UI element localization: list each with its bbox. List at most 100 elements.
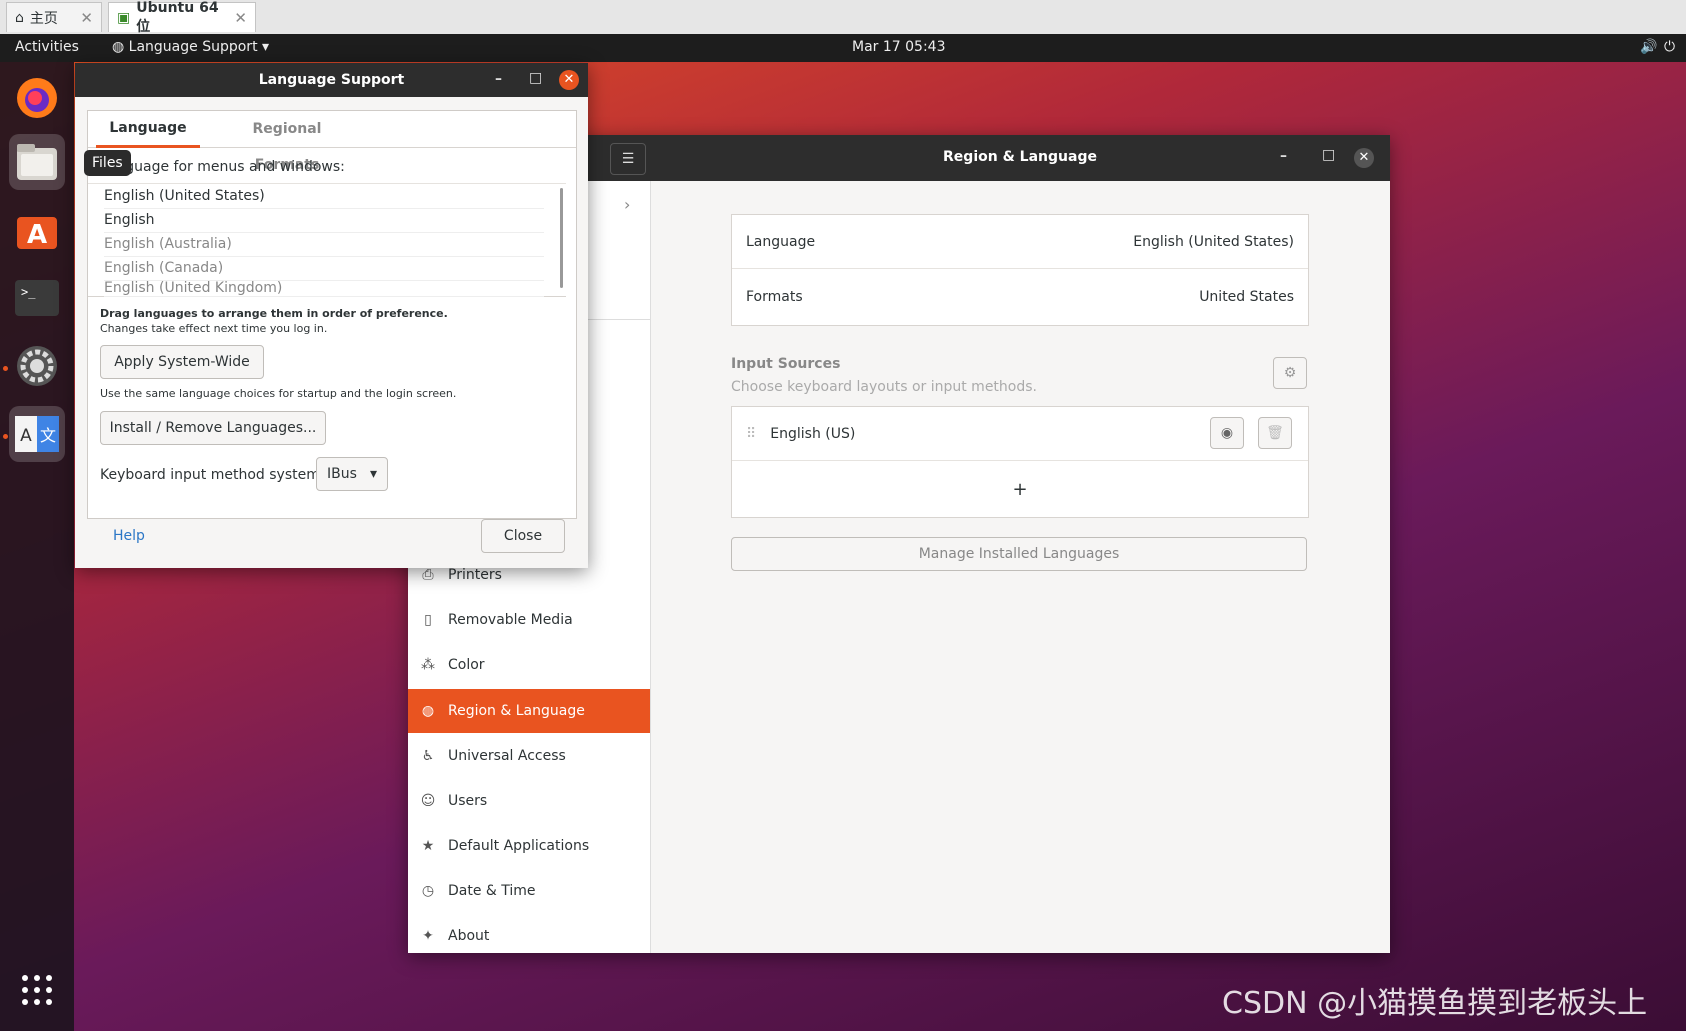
- svg-text:文: 文: [40, 426, 56, 445]
- volume-icon[interactable]: 🔊: [1640, 39, 1657, 55]
- close-button[interactable]: Close: [481, 519, 565, 553]
- add-input-source-button[interactable]: +: [732, 462, 1308, 516]
- dock-tooltip: Files: [84, 150, 131, 176]
- minimize-icon[interactable]: –: [1280, 148, 1287, 164]
- removable-media-icon: ▯: [424, 612, 432, 628]
- manage-installed-languages-button[interactable]: Manage Installed Languages: [731, 537, 1307, 571]
- input-method-select[interactable]: IBus ▾: [316, 457, 388, 491]
- svg-text:A: A: [27, 220, 47, 250]
- apply-system-wide-button[interactable]: Apply System-Wide: [100, 345, 264, 379]
- sidebar-item-removable-media[interactable]: ▯ Removable Media: [408, 598, 650, 642]
- show-applications-icon[interactable]: [9, 962, 65, 1018]
- settings-icon[interactable]: [9, 338, 65, 394]
- close-tab-icon[interactable]: ✕: [234, 9, 247, 27]
- close-tab-icon[interactable]: ✕: [80, 9, 93, 27]
- minimize-icon[interactable]: –: [495, 71, 502, 87]
- close-icon[interactable]: ✕: [1354, 148, 1374, 168]
- menu-icon[interactable]: ☰: [610, 143, 646, 175]
- install-remove-languages-button[interactable]: Install / Remove Languages...: [100, 411, 326, 445]
- sidebar-item-universal-access[interactable]: ♿ Universal Access: [408, 734, 650, 778]
- language-list-item[interactable]: English (Australia): [104, 232, 544, 257]
- sidebar-item-region-language[interactable]: ◍ Region & Language: [408, 689, 650, 733]
- terminal-icon[interactable]: >_: [9, 270, 65, 326]
- sidebar-item-users[interactable]: ☺ Users: [408, 779, 650, 823]
- files-icon[interactable]: [9, 134, 65, 190]
- chevron-down-icon: ▾: [369, 466, 377, 482]
- sidebar-item-date-time[interactable]: ◷ Date & Time: [408, 869, 650, 913]
- language-support-icon[interactable]: A文: [9, 406, 65, 462]
- clock-icon: ◷: [421, 883, 435, 899]
- apply-hint: Use the same language choices for startu…: [100, 387, 457, 400]
- formats-row[interactable]: Formats United States: [732, 270, 1308, 324]
- host-tab-strip: ⌂ 主页 ✕ ▣ Ubuntu 64 位 ✕: [0, 0, 1686, 35]
- chevron-right-icon: ›: [624, 195, 631, 214]
- software-icon[interactable]: A: [9, 202, 65, 258]
- input-sources-title: Input Sources: [731, 356, 841, 372]
- globe-icon: ◍: [421, 703, 435, 719]
- language-list-item[interactable]: English: [104, 208, 544, 233]
- language-row[interactable]: Language English (United States): [732, 215, 1308, 269]
- settings-main: Language English (United States) Formats…: [651, 181, 1390, 953]
- language-list-item[interactable]: English (Canada): [104, 256, 544, 281]
- app-menu[interactable]: ◍ Language Support ▾: [112, 39, 269, 55]
- dock: A >_ A文: [0, 62, 74, 1031]
- language-support-window: Language Support – □ ✕ Language Regional…: [75, 63, 588, 568]
- chevron-down-icon: ▾: [262, 39, 270, 55]
- running-indicator: [3, 434, 8, 439]
- language-list: English (United States) English English …: [88, 183, 566, 297]
- globe-icon: ◍: [112, 39, 125, 55]
- tab-bar: Language Regional Formats: [88, 111, 576, 173]
- input-options-button[interactable]: ⚙: [1273, 357, 1307, 389]
- users-icon: ☺: [420, 793, 436, 809]
- printer-icon: ⎙: [422, 567, 434, 583]
- close-icon[interactable]: ✕: [559, 70, 579, 90]
- host-tab-ubuntu[interactable]: ▣ Ubuntu 64 位 ✕: [108, 0, 256, 35]
- top-bar: Activities ◍ Language Support ▾ Mar 17 0…: [0, 34, 1686, 62]
- input-source-label: English (US): [770, 425, 856, 442]
- preview-layout-button[interactable]: ◉: [1210, 417, 1244, 449]
- language-formats-box: Language English (United States) Formats…: [731, 214, 1309, 326]
- accessibility-icon: ♿: [421, 748, 435, 764]
- home-icon: ⌂: [15, 9, 24, 26]
- sparkle-icon: ✦: [422, 928, 434, 944]
- firefox-icon[interactable]: [9, 70, 65, 126]
- sidebar-item-color[interactable]: ⁂ Color: [408, 643, 650, 687]
- watermark: CSDN @小猫摸鱼摸到老板头上: [1222, 986, 1648, 1021]
- input-sources-subtitle: Choose keyboard layouts or input methods…: [731, 379, 1037, 395]
- drag-hint: Drag languages to arrange them in order …: [100, 307, 448, 320]
- input-sources-box: ⠿ English (US) ◉ 🗑 +: [731, 406, 1309, 518]
- help-link[interactable]: Help: [113, 528, 145, 544]
- vm-icon: ▣: [117, 9, 131, 26]
- remove-input-source-button[interactable]: 🗑: [1258, 417, 1292, 449]
- clock[interactable]: Mar 17 05:43: [852, 39, 945, 55]
- host-tab-label: 主页: [29, 10, 58, 27]
- language-list-item[interactable]: English (United Kingdom): [104, 280, 544, 297]
- svg-text:>_: >_: [21, 285, 36, 299]
- sidebar-item-about[interactable]: ✦ About: [408, 914, 650, 958]
- tab-language[interactable]: Language: [96, 111, 200, 148]
- language-notebook: Language Regional Formats Language for m…: [87, 110, 577, 519]
- activities-button[interactable]: Activities: [15, 39, 79, 55]
- host-tab-home[interactable]: ⌂ 主页 ✕: [6, 2, 102, 32]
- star-icon: ★: [421, 838, 435, 854]
- input-method-label: Keyboard input method system:: [100, 467, 325, 483]
- maximize-icon[interactable]: □: [529, 70, 542, 86]
- running-indicator: [3, 366, 8, 371]
- language-support-titlebar: Language Support – □ ✕: [75, 63, 588, 97]
- eye-icon: ◉: [1220, 425, 1234, 441]
- settings-title: Region & Language: [943, 149, 1097, 165]
- language-support-title: Language Support: [258, 72, 405, 88]
- host-tab-label: Ubuntu 64 位: [136, 0, 219, 35]
- sidebar-item-default-applications[interactable]: ★ Default Applications: [408, 824, 650, 868]
- power-icon[interactable]: ⏻: [1664, 39, 1675, 55]
- drag-hint-sub: Changes take effect next time you log in…: [100, 322, 328, 335]
- maximize-icon[interactable]: □: [1322, 147, 1335, 163]
- gear-icon: ⚙: [1283, 365, 1297, 381]
- color-icon: ⁂: [421, 657, 435, 673]
- language-list-heading: Language for menus and windows:: [100, 159, 345, 175]
- tab-regional-formats[interactable]: Regional Formats: [218, 111, 356, 173]
- drag-handle-icon[interactable]: ⠿: [746, 426, 756, 442]
- language-list-item[interactable]: English (United States): [104, 184, 544, 209]
- scrollbar[interactable]: [560, 188, 563, 288]
- trash-icon: 🗑: [1266, 425, 1284, 441]
